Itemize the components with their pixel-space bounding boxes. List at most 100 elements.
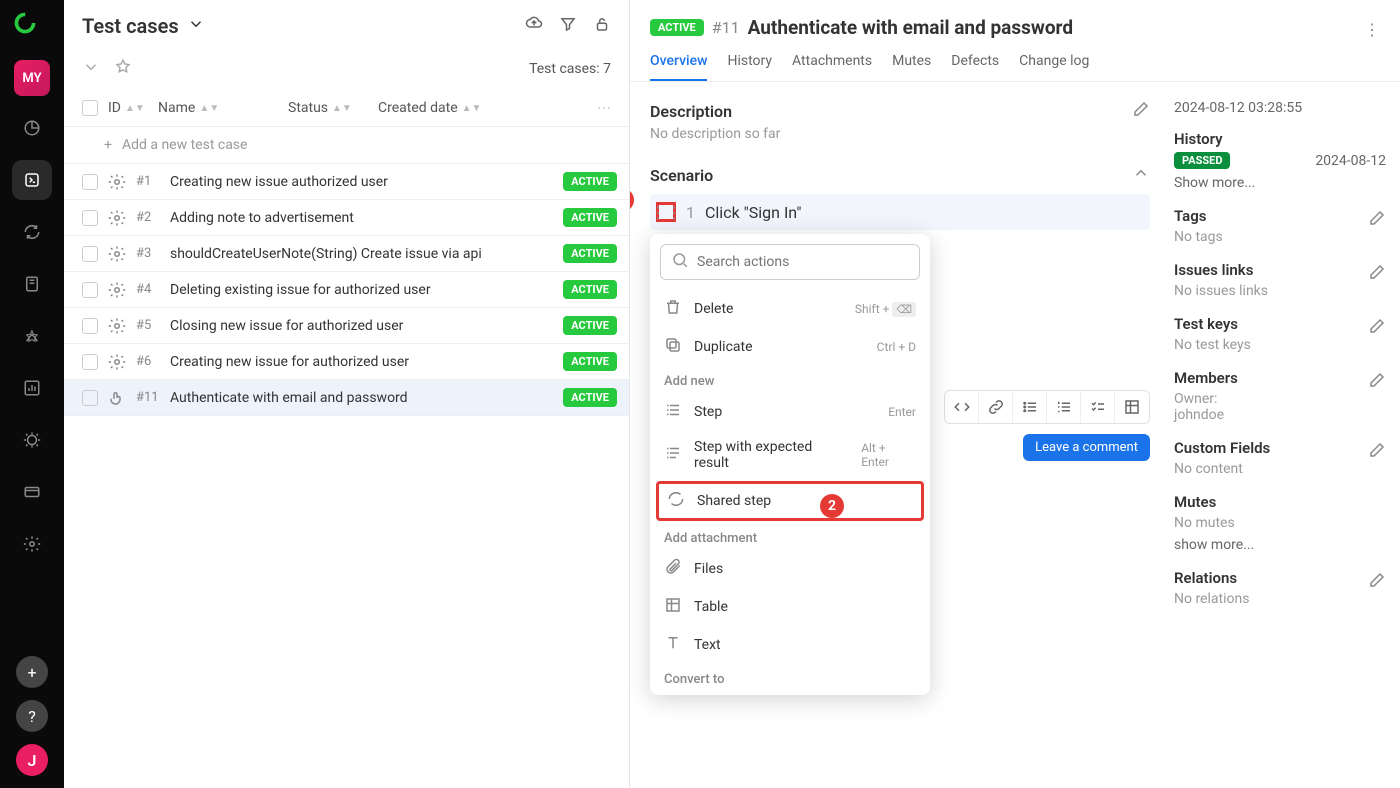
star-icon[interactable]: [114, 58, 132, 80]
toolbar-checklist-icon[interactable]: [1081, 391, 1115, 423]
tab-mutes[interactable]: Mutes: [892, 53, 931, 81]
row-checkbox[interactable]: [82, 354, 98, 370]
more-menu-icon[interactable]: ⋮: [1364, 20, 1380, 39]
annotation-1: 1: [630, 188, 634, 212]
nav-analytics-icon[interactable]: [12, 368, 52, 408]
edit-icon[interactable]: [1368, 263, 1386, 285]
scenario-step[interactable]: ⋮⋮ 1 Click "Sign In": [650, 194, 1150, 230]
nav-plans-icon[interactable]: [12, 264, 52, 304]
detail-main: Description No description so far Scenar…: [630, 82, 1160, 788]
row-checkbox[interactable]: [82, 390, 98, 406]
tab-defects[interactable]: Defects: [951, 53, 999, 81]
drag-handle-icon[interactable]: ⋮⋮: [656, 202, 676, 222]
actions-search[interactable]: [660, 244, 920, 280]
column-status[interactable]: Status▲▼: [288, 100, 368, 116]
columns-more-icon[interactable]: ⋯: [597, 100, 611, 116]
row-checkbox[interactable]: [82, 282, 98, 298]
nav-dashboard-icon[interactable]: [12, 108, 52, 148]
edit-icon[interactable]: [1368, 571, 1386, 593]
action-delete[interactable]: Delete Shift + ⌫: [650, 290, 930, 328]
tab-attachments[interactable]: Attachments: [792, 53, 872, 81]
column-created[interactable]: Created date▲▼: [378, 100, 481, 116]
row-checkbox[interactable]: [82, 246, 98, 262]
row-name: Adding note to advertisement: [170, 210, 553, 226]
dropdown-section-addnew: Add new: [650, 366, 930, 393]
detail-tabs: Overview History Attachments Mutes Defects Ch…: [630, 39, 1400, 82]
toolbar-ul-icon[interactable]: [1013, 391, 1047, 423]
table-row[interactable]: #5Closing new issue for authorized userA…: [64, 308, 629, 344]
dropdown-section-attachment: Add attachment: [650, 523, 930, 550]
upload-icon[interactable]: [525, 15, 543, 37]
table-row[interactable]: #6Creating new issue for authorized user…: [64, 344, 629, 380]
chevron-down-icon[interactable]: [82, 58, 100, 80]
nav-defects-icon[interactable]: [12, 420, 52, 460]
filter-icon[interactable]: [559, 15, 577, 37]
chevron-down-icon: [187, 14, 205, 38]
row-checkbox[interactable]: [82, 210, 98, 226]
action-attach-text[interactable]: Text: [650, 626, 930, 664]
edit-icon[interactable]: [1132, 100, 1150, 122]
table-icon: [664, 596, 682, 618]
user-avatar[interactable]: J: [16, 744, 48, 776]
nav-billing-icon[interactable]: [12, 472, 52, 512]
testcase-id: #11: [712, 18, 740, 37]
add-testcase-row[interactable]: + Add a new test case: [64, 127, 629, 164]
action-duplicate[interactable]: Duplicate Ctrl + D: [650, 328, 930, 366]
nav-testcases-icon[interactable]: [12, 160, 52, 200]
mutes-show-more[interactable]: show more...: [1174, 537, 1386, 553]
table-row[interactable]: #3shouldCreateUserNote(String) Create is…: [64, 236, 629, 272]
column-id[interactable]: ID▲▼: [108, 100, 148, 116]
table-row[interactable]: #2 Adding note to advertisement ACTIVE: [64, 200, 629, 236]
nav-launches-icon[interactable]: [12, 316, 52, 356]
row-name: Deleting existing issue for authorized u…: [170, 282, 553, 298]
meta-tags-title: Tags: [1174, 207, 1386, 225]
history-show-more[interactable]: Show more...: [1174, 175, 1386, 191]
shared-step-icon: [667, 490, 685, 512]
meta-testkeys-title: Test keys: [1174, 315, 1386, 333]
edit-icon[interactable]: [1368, 441, 1386, 463]
description-value: No description so far: [650, 126, 1150, 142]
page-title[interactable]: Test cases: [82, 14, 205, 38]
row-id: #4: [136, 282, 160, 297]
workspace-badge[interactable]: MY: [14, 60, 50, 96]
tab-history[interactable]: History: [727, 53, 772, 81]
action-shared-step[interactable]: Shared step: [656, 481, 924, 521]
edit-icon[interactable]: [1368, 317, 1386, 339]
row-id: #2: [136, 210, 160, 225]
toolbar-code-icon[interactable]: [945, 391, 979, 423]
tab-change-log[interactable]: Change log: [1019, 53, 1089, 81]
trash-icon: [664, 298, 682, 320]
column-name[interactable]: Name▲▼: [158, 100, 278, 116]
select-all-checkbox[interactable]: [82, 100, 98, 116]
chevron-up-icon[interactable]: [1132, 164, 1150, 186]
nav-settings-icon[interactable]: [12, 524, 52, 564]
copy-icon: [664, 336, 682, 358]
row-checkbox[interactable]: [82, 318, 98, 334]
edit-icon[interactable]: [1368, 209, 1386, 231]
sidebar-add-button[interactable]: +: [16, 656, 48, 688]
action-add-step[interactable]: Step Enter: [650, 393, 930, 431]
action-attach-table[interactable]: Table: [650, 588, 930, 626]
status-badge: ACTIVE: [650, 19, 704, 36]
row-status-badge: ACTIVE: [563, 208, 617, 227]
table-row[interactable]: #11Authenticate with email and passwordA…: [64, 380, 629, 416]
row-checkbox[interactable]: [82, 174, 98, 190]
action-attach-files[interactable]: Files: [650, 550, 930, 588]
tab-overview[interactable]: Overview: [650, 53, 707, 81]
lock-icon[interactable]: [593, 15, 611, 37]
action-add-step-expected[interactable]: Step with expected result Alt + Enter: [650, 431, 930, 479]
table-row[interactable]: #4 Deleting existing issue for authorized…: [64, 272, 629, 308]
testcase-count: Test cases: 7: [529, 61, 611, 77]
edit-icon[interactable]: [1368, 371, 1386, 393]
sidebar-help-button[interactable]: ?: [16, 700, 48, 732]
table-row[interactable]: #1Creating new issue authorized userACTI…: [64, 164, 629, 200]
leave-comment-button[interactable]: Leave a comment: [1023, 434, 1150, 461]
toolbar-link-icon[interactable]: [979, 391, 1013, 423]
nav-cycles-icon[interactable]: [12, 212, 52, 252]
automation-icon: [108, 353, 126, 371]
meta-history-title: History: [1174, 130, 1386, 148]
actions-search-input[interactable]: [697, 254, 909, 270]
row-status-badge: ACTIVE: [563, 244, 617, 263]
toolbar-ol-icon[interactable]: [1047, 391, 1081, 423]
toolbar-table-icon[interactable]: [1115, 391, 1149, 423]
